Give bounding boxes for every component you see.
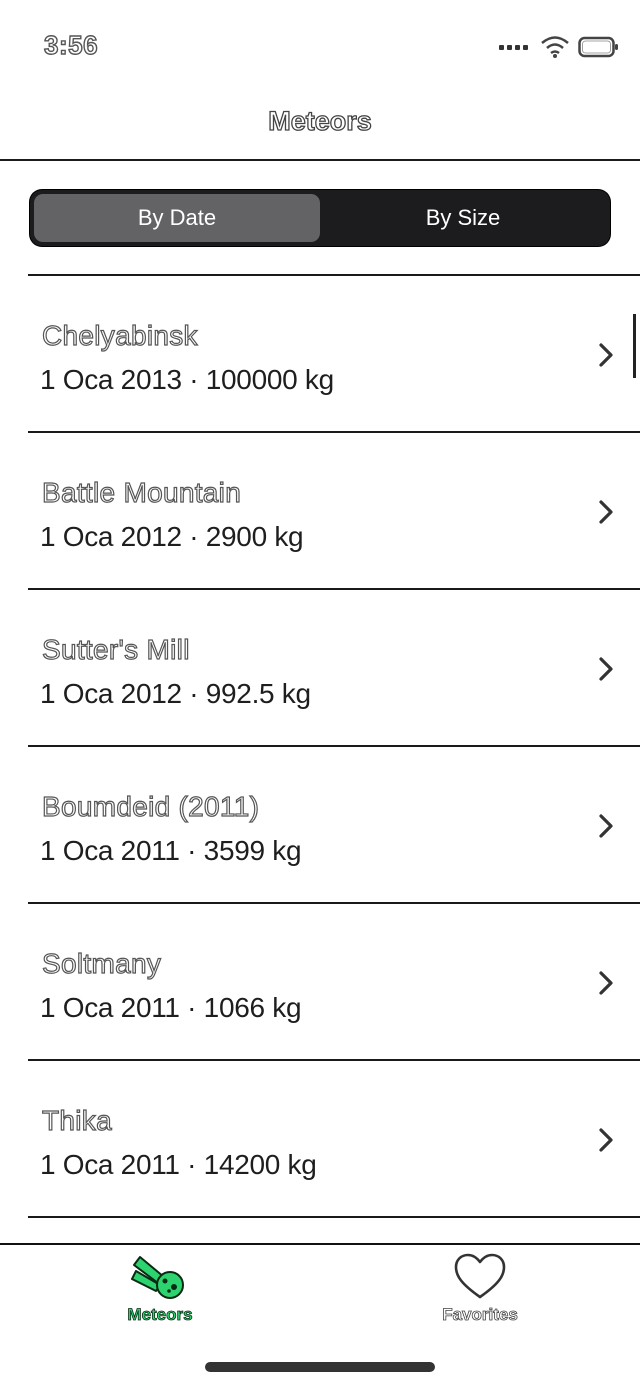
status-bar: 3:56 (0, 0, 640, 90)
meteor-detail: 1 Oca 2012 · 2900 kg (40, 521, 304, 552)
sort-segmented-control: By Date By Size (30, 190, 610, 246)
chevron-right-icon (599, 500, 613, 524)
scroll-indicator (633, 314, 636, 378)
segment-by-date[interactable]: By Date (34, 194, 320, 242)
nav-divider (0, 159, 640, 161)
status-time: 3:56 (43, 29, 99, 60)
status-icons (499, 34, 620, 60)
list-item[interactable]: Chelyabinsk 1 Oca 2013 · 100000 kg (28, 276, 640, 431)
meteor-name: Battle Mountain (41, 476, 242, 508)
heart-icon (454, 1253, 506, 1299)
list-item[interactable]: Battle Mountain 1 Oca 2012 · 2900 kg (28, 433, 640, 588)
meteor-name: Soltmany (41, 947, 162, 979)
tab-favorites[interactable]: Favorites (320, 1245, 640, 1335)
list-item[interactable]: Sutter's Mill 1 Oca 2012 · 992.5 kg (28, 590, 640, 745)
meteor-name: Thika (41, 1104, 112, 1136)
wifi-icon (541, 36, 569, 58)
meteor-detail: 1 Oca 2013 · 100000 kg (40, 364, 334, 395)
battery-icon (578, 36, 618, 58)
meteor-name: Chelyabinsk (41, 319, 198, 351)
chevron-right-icon (599, 343, 613, 367)
chevron-right-icon (599, 657, 613, 681)
chevron-right-icon (599, 814, 613, 838)
meteor-name: Sutter's Mill (41, 633, 190, 665)
screen: 3:56 Meteors By Date By Size Chelyabinsk… (0, 0, 640, 1387)
meteor-detail: 1 Oca 2011 · 3599 kg (40, 835, 302, 866)
meteor-detail: 1 Oca 2011 · 1066 kg (40, 992, 302, 1023)
page-title: Meteors (268, 105, 373, 136)
chevron-right-icon (599, 971, 613, 995)
home-indicator (205, 1362, 435, 1372)
meteor-detail: 1 Oca 2011 · 14200 kg (40, 1149, 317, 1180)
segment-by-size[interactable]: By Size (320, 194, 606, 242)
divider (28, 1216, 640, 1218)
signal-icon (499, 44, 528, 50)
tab-label: Favorites (442, 1305, 518, 1325)
list-item[interactable]: Boumdeid (2011) 1 Oca 2011 · 3599 kg (28, 747, 640, 902)
tab-meteors[interactable]: Meteors (0, 1245, 320, 1335)
chevron-right-icon (599, 1128, 613, 1152)
meteor-list: Chelyabinsk 1 Oca 2013 · 100000 kg Battl… (28, 274, 640, 1218)
meteor-detail: 1 Oca 2012 · 992.5 kg (40, 678, 311, 709)
list-item[interactable]: Thika 1 Oca 2011 · 14200 kg (28, 1061, 640, 1216)
tab-label: Meteors (127, 1305, 193, 1325)
tab-bar: Meteors Favorites (0, 1245, 640, 1335)
list-item[interactable]: Soltmany 1 Oca 2011 · 1066 kg (28, 904, 640, 1059)
meteor-name: Boumdeid (2011) (41, 790, 260, 822)
meteor-icon (131, 1256, 184, 1299)
